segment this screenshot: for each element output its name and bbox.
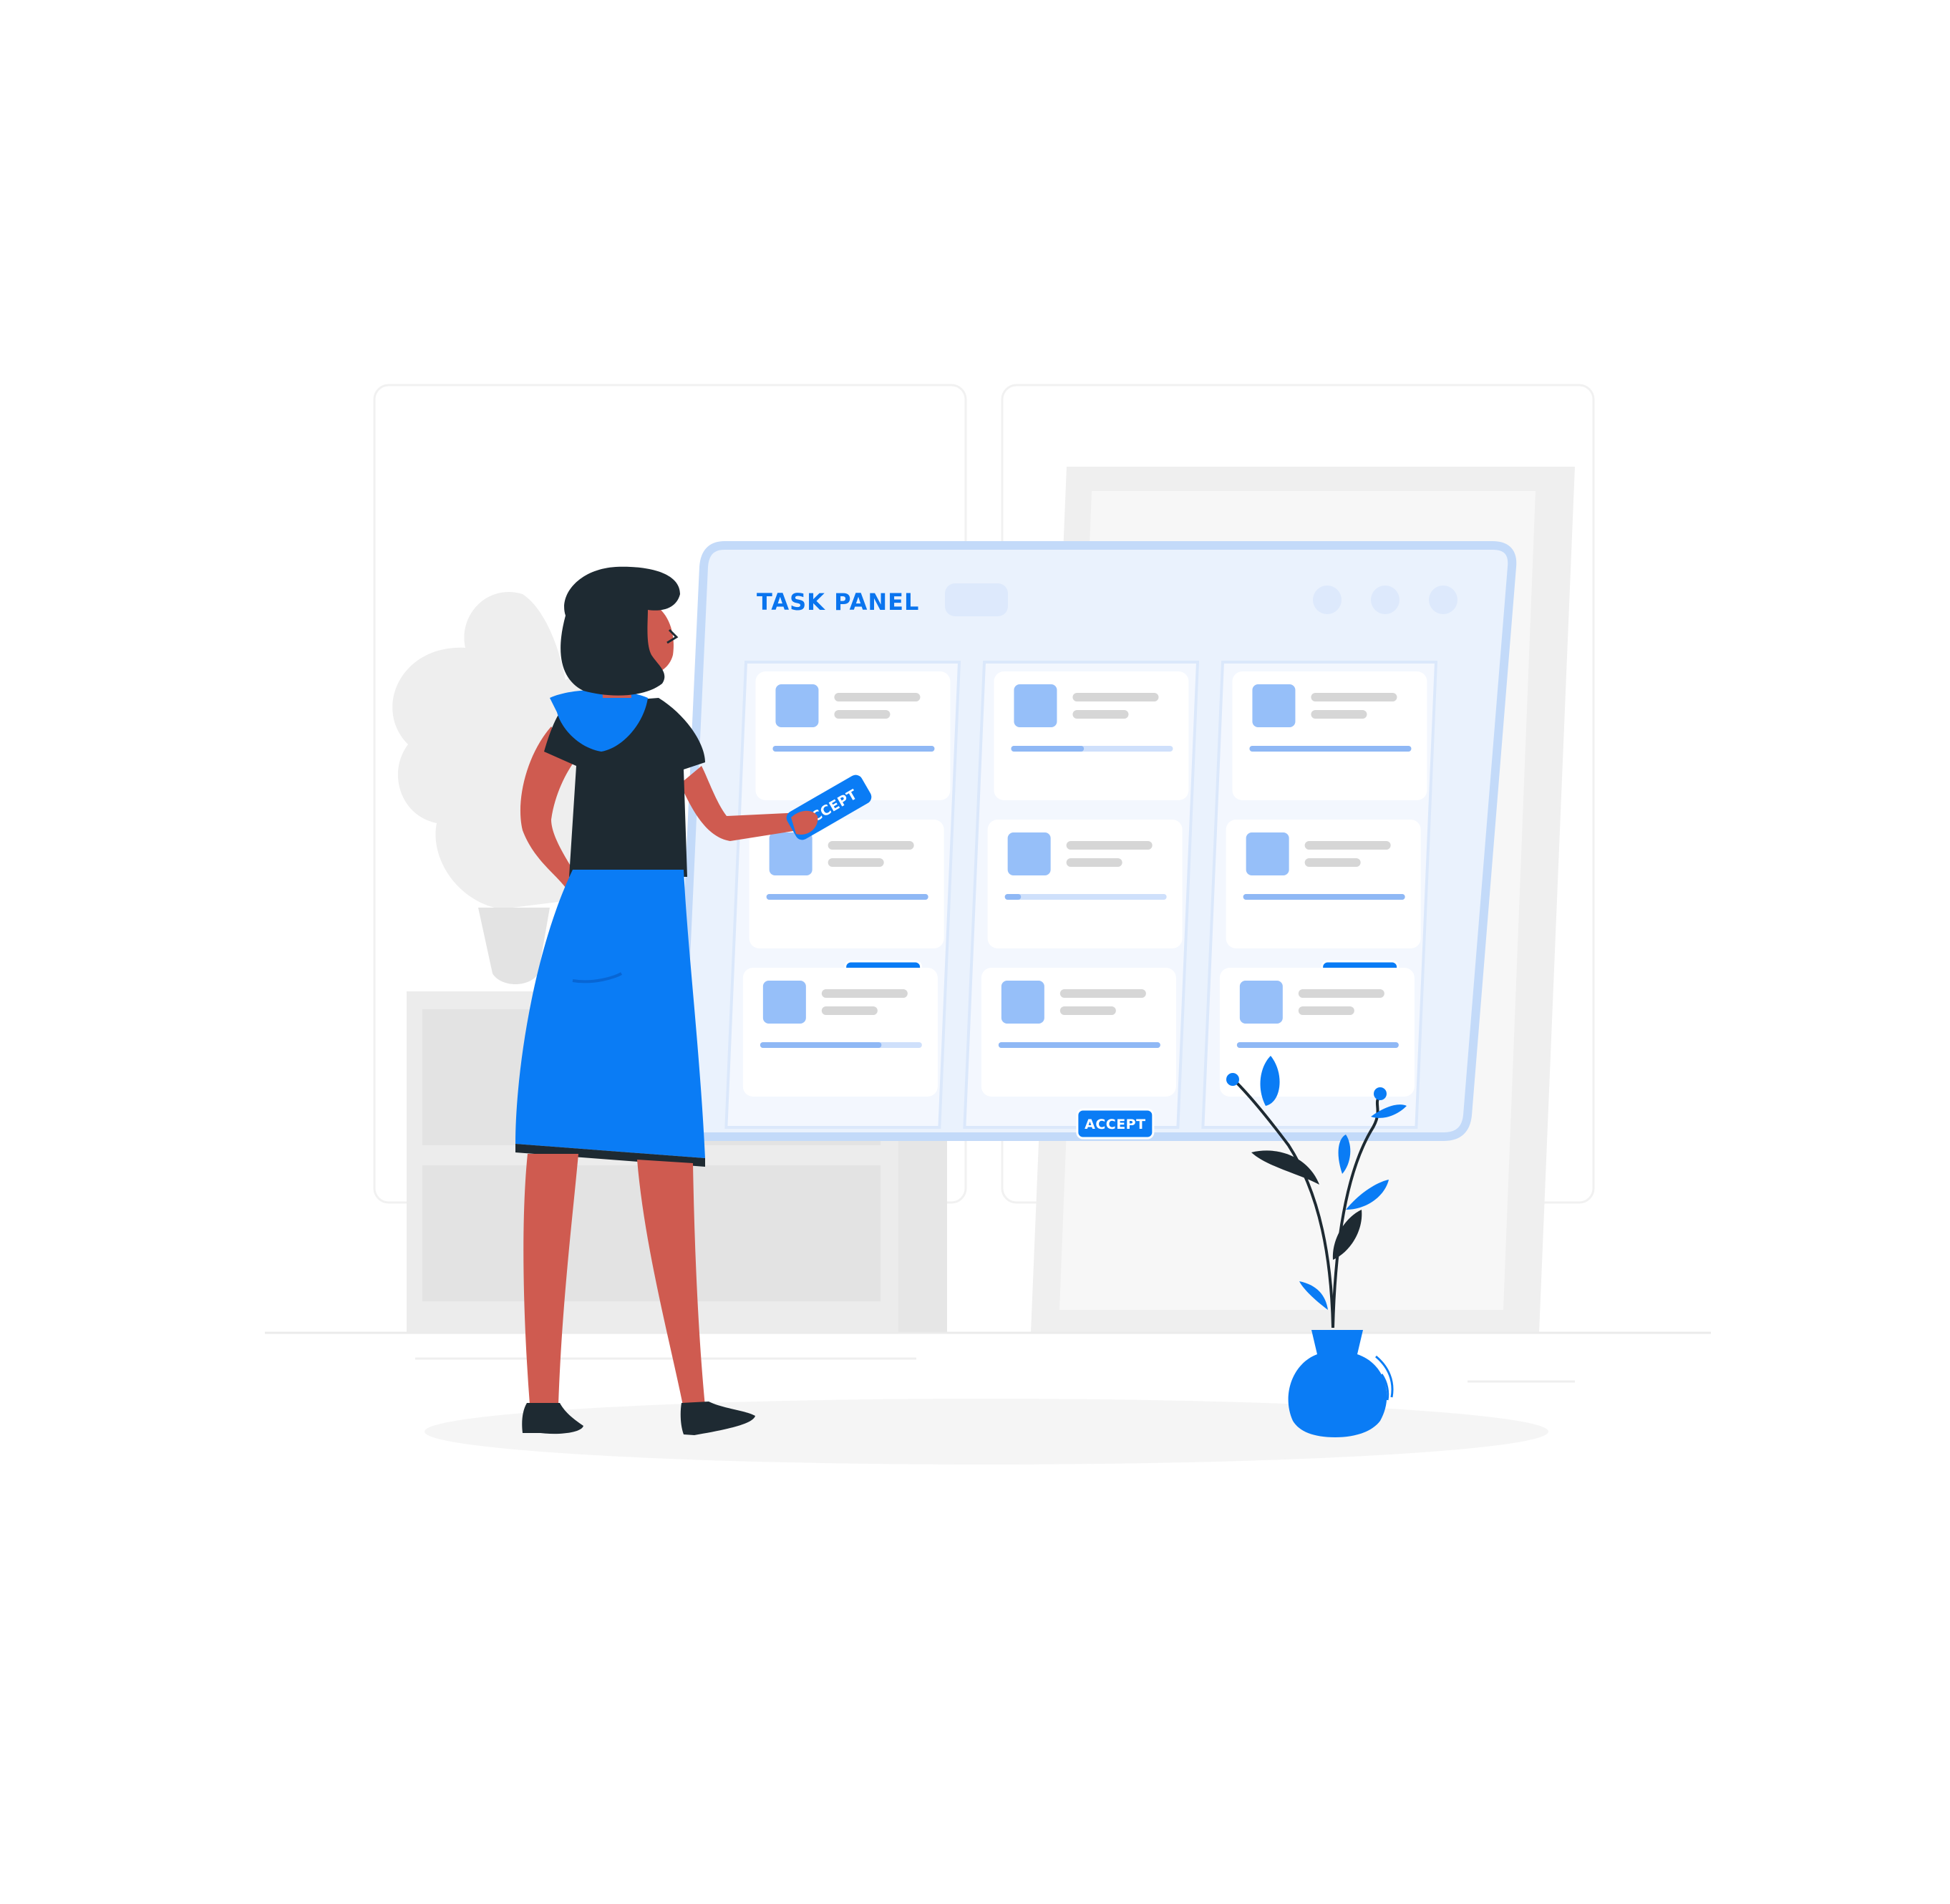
task-line	[828, 858, 884, 867]
task-line	[1298, 1006, 1354, 1015]
task-thumbnail	[1246, 832, 1289, 875]
task-line	[1072, 710, 1129, 719]
task-thumbnail	[1252, 684, 1296, 727]
task-columns: ACCEPT ACCEPT ACCEPT	[724, 661, 1438, 1140]
task-card[interactable]	[742, 968, 938, 1097]
task-line	[1304, 841, 1391, 850]
task-line	[1298, 989, 1384, 998]
task-progress-fill	[1243, 894, 1405, 900]
accept-button-label: ACCEPT	[1085, 1117, 1145, 1132]
task-column: ACCEPT	[1201, 661, 1438, 1129]
task-progress-fill	[1004, 894, 1022, 900]
task-card[interactable]	[994, 671, 1189, 800]
task-thumbnail	[775, 684, 819, 727]
task-line	[821, 989, 908, 998]
panel-search-pill[interactable]	[945, 583, 1008, 616]
window-dot-icon[interactable]	[1371, 586, 1400, 614]
task-thumbnail	[1001, 981, 1044, 1024]
accept-button[interactable]: ACCEPT	[1076, 1108, 1155, 1140]
vase-icon	[1288, 1330, 1394, 1437]
window-dot-icon[interactable]	[1313, 586, 1342, 614]
task-panel-illustration: TASK PANEL ACCEPT ACCEPT ACCEPT ACCEPT	[265, 384, 1711, 1465]
task-line	[834, 693, 921, 701]
task-line	[1066, 841, 1153, 850]
task-card[interactable]	[987, 820, 1183, 948]
task-line	[834, 710, 891, 719]
task-line	[1059, 1006, 1116, 1015]
task-line	[1072, 693, 1159, 701]
task-card[interactable]	[1232, 671, 1427, 800]
task-progress-fill	[998, 1042, 1160, 1048]
task-column: ACCEPT	[724, 661, 961, 1129]
task-thumbnail	[1014, 684, 1057, 727]
task-card[interactable]	[1219, 968, 1415, 1097]
task-progress-fill	[1011, 746, 1085, 752]
task-line	[1304, 858, 1361, 867]
task-progress-fill	[766, 894, 928, 900]
panel-title: TASK PANEL	[757, 588, 919, 616]
task-progress-fill	[1249, 746, 1412, 752]
task-column: ACCEPT	[963, 661, 1200, 1140]
task-line	[1066, 858, 1122, 867]
task-thumbnail	[762, 981, 806, 1024]
task-thumbnail	[1239, 981, 1283, 1024]
task-line	[1311, 693, 1397, 701]
window-dot-icon[interactable]	[1429, 586, 1457, 614]
task-panel-window: TASK PANEL ACCEPT ACCEPT ACCEPT	[674, 541, 1517, 1141]
task-line	[1059, 989, 1146, 998]
task-progress-track	[1004, 894, 1167, 900]
task-progress-fill	[772, 746, 935, 752]
task-progress-fill	[760, 1042, 882, 1048]
task-line	[828, 841, 914, 850]
task-line	[821, 1006, 878, 1015]
task-thumbnail	[1007, 832, 1051, 875]
task-progress-fill	[1236, 1042, 1399, 1048]
task-line	[1311, 710, 1367, 719]
